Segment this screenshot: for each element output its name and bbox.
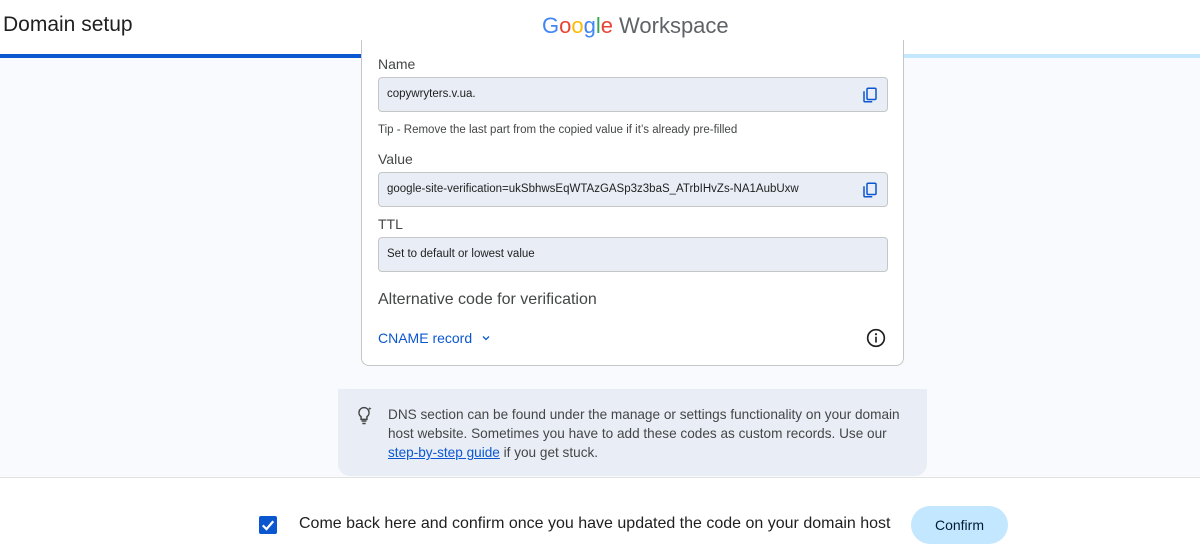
check-icon [261, 520, 275, 531]
logo-product-name: Workspace [619, 13, 729, 38]
logo-letter: G [542, 13, 560, 38]
step-by-step-guide-link[interactable]: step-by-step guide [388, 445, 500, 460]
confirm-footer: Come back here and confirm once you have… [0, 477, 1200, 546]
dns-help-text-end: if you get stuck. [499, 445, 599, 460]
ttl-label: TTL [378, 216, 403, 232]
logo-letter: o [571, 13, 584, 38]
logo-letter: e [600, 13, 614, 38]
copy-tip: Tip - Remove the last part from the copi… [378, 124, 738, 136]
logo-letter: g [583, 13, 596, 38]
alternative-code-heading: Alternative code for verification [378, 291, 597, 308]
ttl-value: Set to default or lowest value [387, 248, 535, 260]
name-label: Name [378, 56, 416, 72]
value-field: google-site-verification=ukSbhwsEqWTAzGA… [378, 172, 888, 207]
copy-icon[interactable] [861, 86, 879, 104]
confirm-checkbox-label: Come back here and confirm once you have… [299, 515, 891, 532]
ttl-field: Set to default or lowest value [378, 237, 888, 272]
lightbulb-icon [358, 406, 372, 425]
google-workspace-logo: Google Workspace [542, 13, 729, 39]
dns-help-text-start: DNS section can be found under the manag… [388, 407, 900, 441]
info-icon[interactable] [866, 328, 886, 348]
value-label: Value [378, 151, 413, 167]
page-title: Domain setup [3, 13, 133, 36]
logo-letter: o [559, 13, 572, 38]
name-field: copywryters.v.ua. [378, 77, 888, 112]
confirm-button[interactable]: Confirm [911, 506, 1008, 544]
chevron-down-icon [482, 336, 490, 341]
txt-record-card: Name copywryters.v.ua. Tip - Remove the … [361, 40, 904, 366]
dns-help-text: DNS section can be found under the manag… [388, 405, 918, 462]
cname-record-label: CNAME record [378, 330, 473, 346]
value-value: google-site-verification=ukSbhwsEqWTAzGA… [387, 183, 799, 195]
confirm-checkbox[interactable] [259, 516, 277, 534]
copy-icon[interactable] [861, 181, 879, 199]
dns-help-panel: DNS section can be found under the manag… [338, 389, 927, 476]
cname-record-toggle[interactable]: CNAME record [378, 330, 492, 346]
name-value: copywryters.v.ua. [387, 88, 476, 100]
